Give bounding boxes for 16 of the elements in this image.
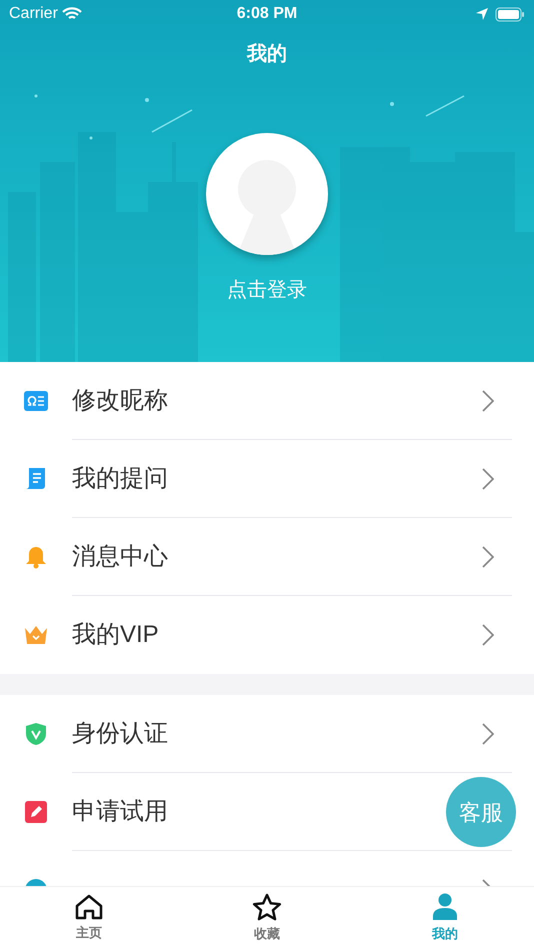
menu-label: 身份认证 [72, 718, 168, 748]
menu-item[interactable]: 身份认证 [0, 695, 534, 773]
clock-time: 6:08 PM [236, 4, 298, 24]
menu-label: 我的VIP [72, 620, 159, 650]
carrier-label: Carrier [9, 4, 58, 24]
menu-label: 申请试用 [72, 796, 168, 826]
menu-label: 修改昵称 [72, 386, 168, 416]
tab-item[interactable]: 主页 [0, 887, 178, 950]
menu-item[interactable]: 消息中心 [0, 518, 534, 596]
menu-item[interactable]: 我的提问 [0, 440, 534, 518]
menu-item[interactable]: 我的VIP [0, 596, 534, 674]
tab-item[interactable]: 收藏 [178, 887, 356, 950]
menu-label: 消息中心 [72, 542, 168, 572]
menu-label: 我的提问 [72, 464, 168, 494]
menu-item[interactable]: 修改昵称 [0, 362, 534, 440]
page-title: 我的 [247, 42, 287, 67]
